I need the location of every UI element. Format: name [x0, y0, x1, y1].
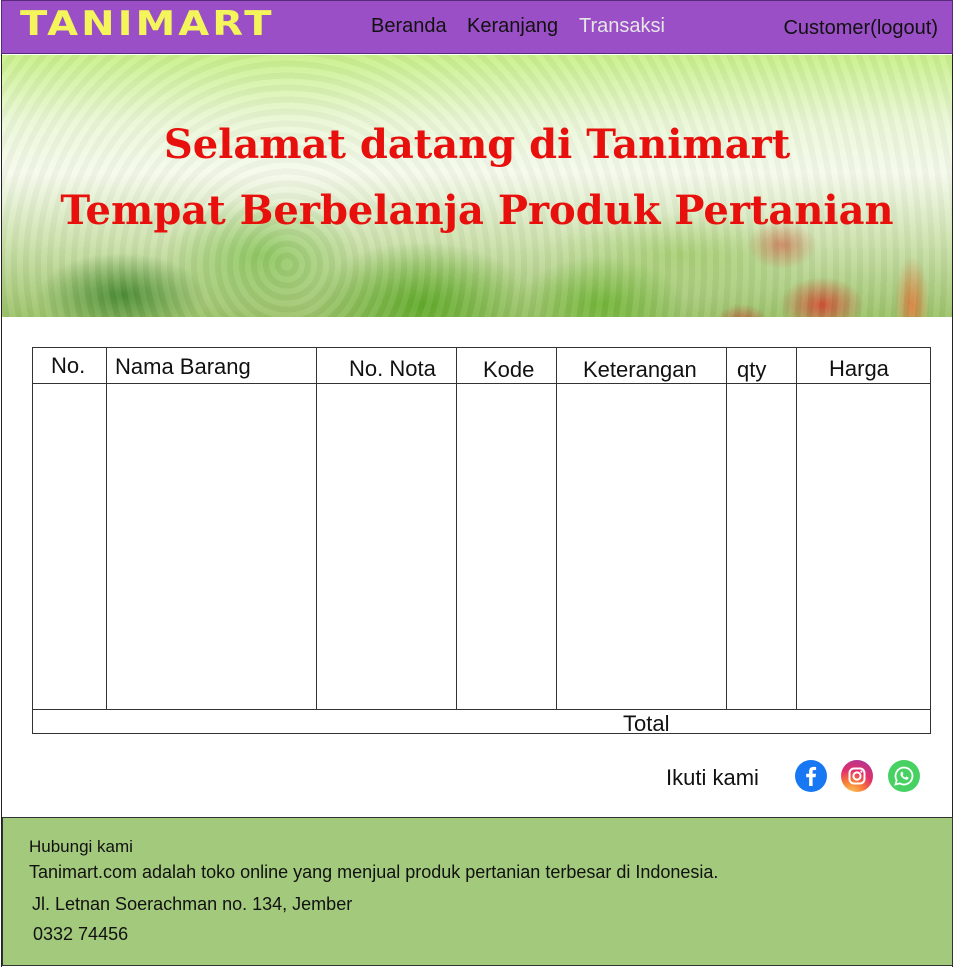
follow-label: Ikuti kami — [666, 765, 759, 790]
footer: Hubungi kami Tanimart.com adalah toko on… — [2, 817, 953, 966]
header-harga: Harga — [829, 356, 889, 381]
column-qty — [727, 348, 797, 709]
total-row: Total — [32, 709, 931, 736]
total-label: Total — [623, 711, 670, 736]
footer-description: Tanimart.com adalah toko online yang men… — [29, 862, 719, 882]
header-no: No. — [51, 353, 86, 378]
navbar: TANIMART Beranda Keranjang Transaksi Cus… — [1, 0, 953, 54]
header-qty: qty — [737, 357, 767, 382]
header-keterangan: Keterangan — [583, 357, 697, 382]
header-no-nota: No. Nota — [349, 356, 436, 381]
transaction-table: No. Nama Barang No. Nota Kode Keterangan… — [32, 347, 931, 736]
column-no-nota — [317, 348, 457, 709]
header-divider — [33, 383, 930, 384]
table-grid: No. Nama Barang No. Nota Kode Keterangan… — [32, 347, 931, 710]
hero-banner: Selamat datang di Tanimart Tempat Berbel… — [2, 55, 952, 317]
nav-transaksi[interactable]: Transaksi — [579, 15, 665, 38]
nav-keranjang[interactable]: Keranjang — [467, 15, 558, 38]
instagram-icon[interactable] — [841, 760, 873, 792]
banner-title-line1: Selamat datang di Tanimart — [163, 121, 791, 168]
header-nama-barang: Nama Barang — [115, 354, 251, 379]
whatsapp-icon[interactable] — [888, 760, 920, 792]
banner-title-line2: Tempat Berbelanja Produk Pertanian — [60, 187, 894, 234]
footer-heading: Hubungi kami — [29, 837, 133, 856]
header-kode: Kode — [483, 357, 535, 382]
column-nama-barang — [107, 348, 317, 709]
column-kode — [457, 348, 557, 709]
footer-phone: 0332 74456 — [33, 924, 129, 944]
nav-beranda[interactable]: Beranda — [371, 15, 447, 38]
facebook-icon[interactable] — [795, 760, 827, 792]
column-keterangan — [557, 348, 727, 709]
logo[interactable]: TANIMART — [20, 5, 275, 42]
customer-logout-link[interactable]: Customer(logout) — [783, 17, 938, 40]
footer-address: Jl. Letnan Soerachman no. 134, Jember — [32, 894, 353, 914]
column-no — [33, 348, 107, 709]
